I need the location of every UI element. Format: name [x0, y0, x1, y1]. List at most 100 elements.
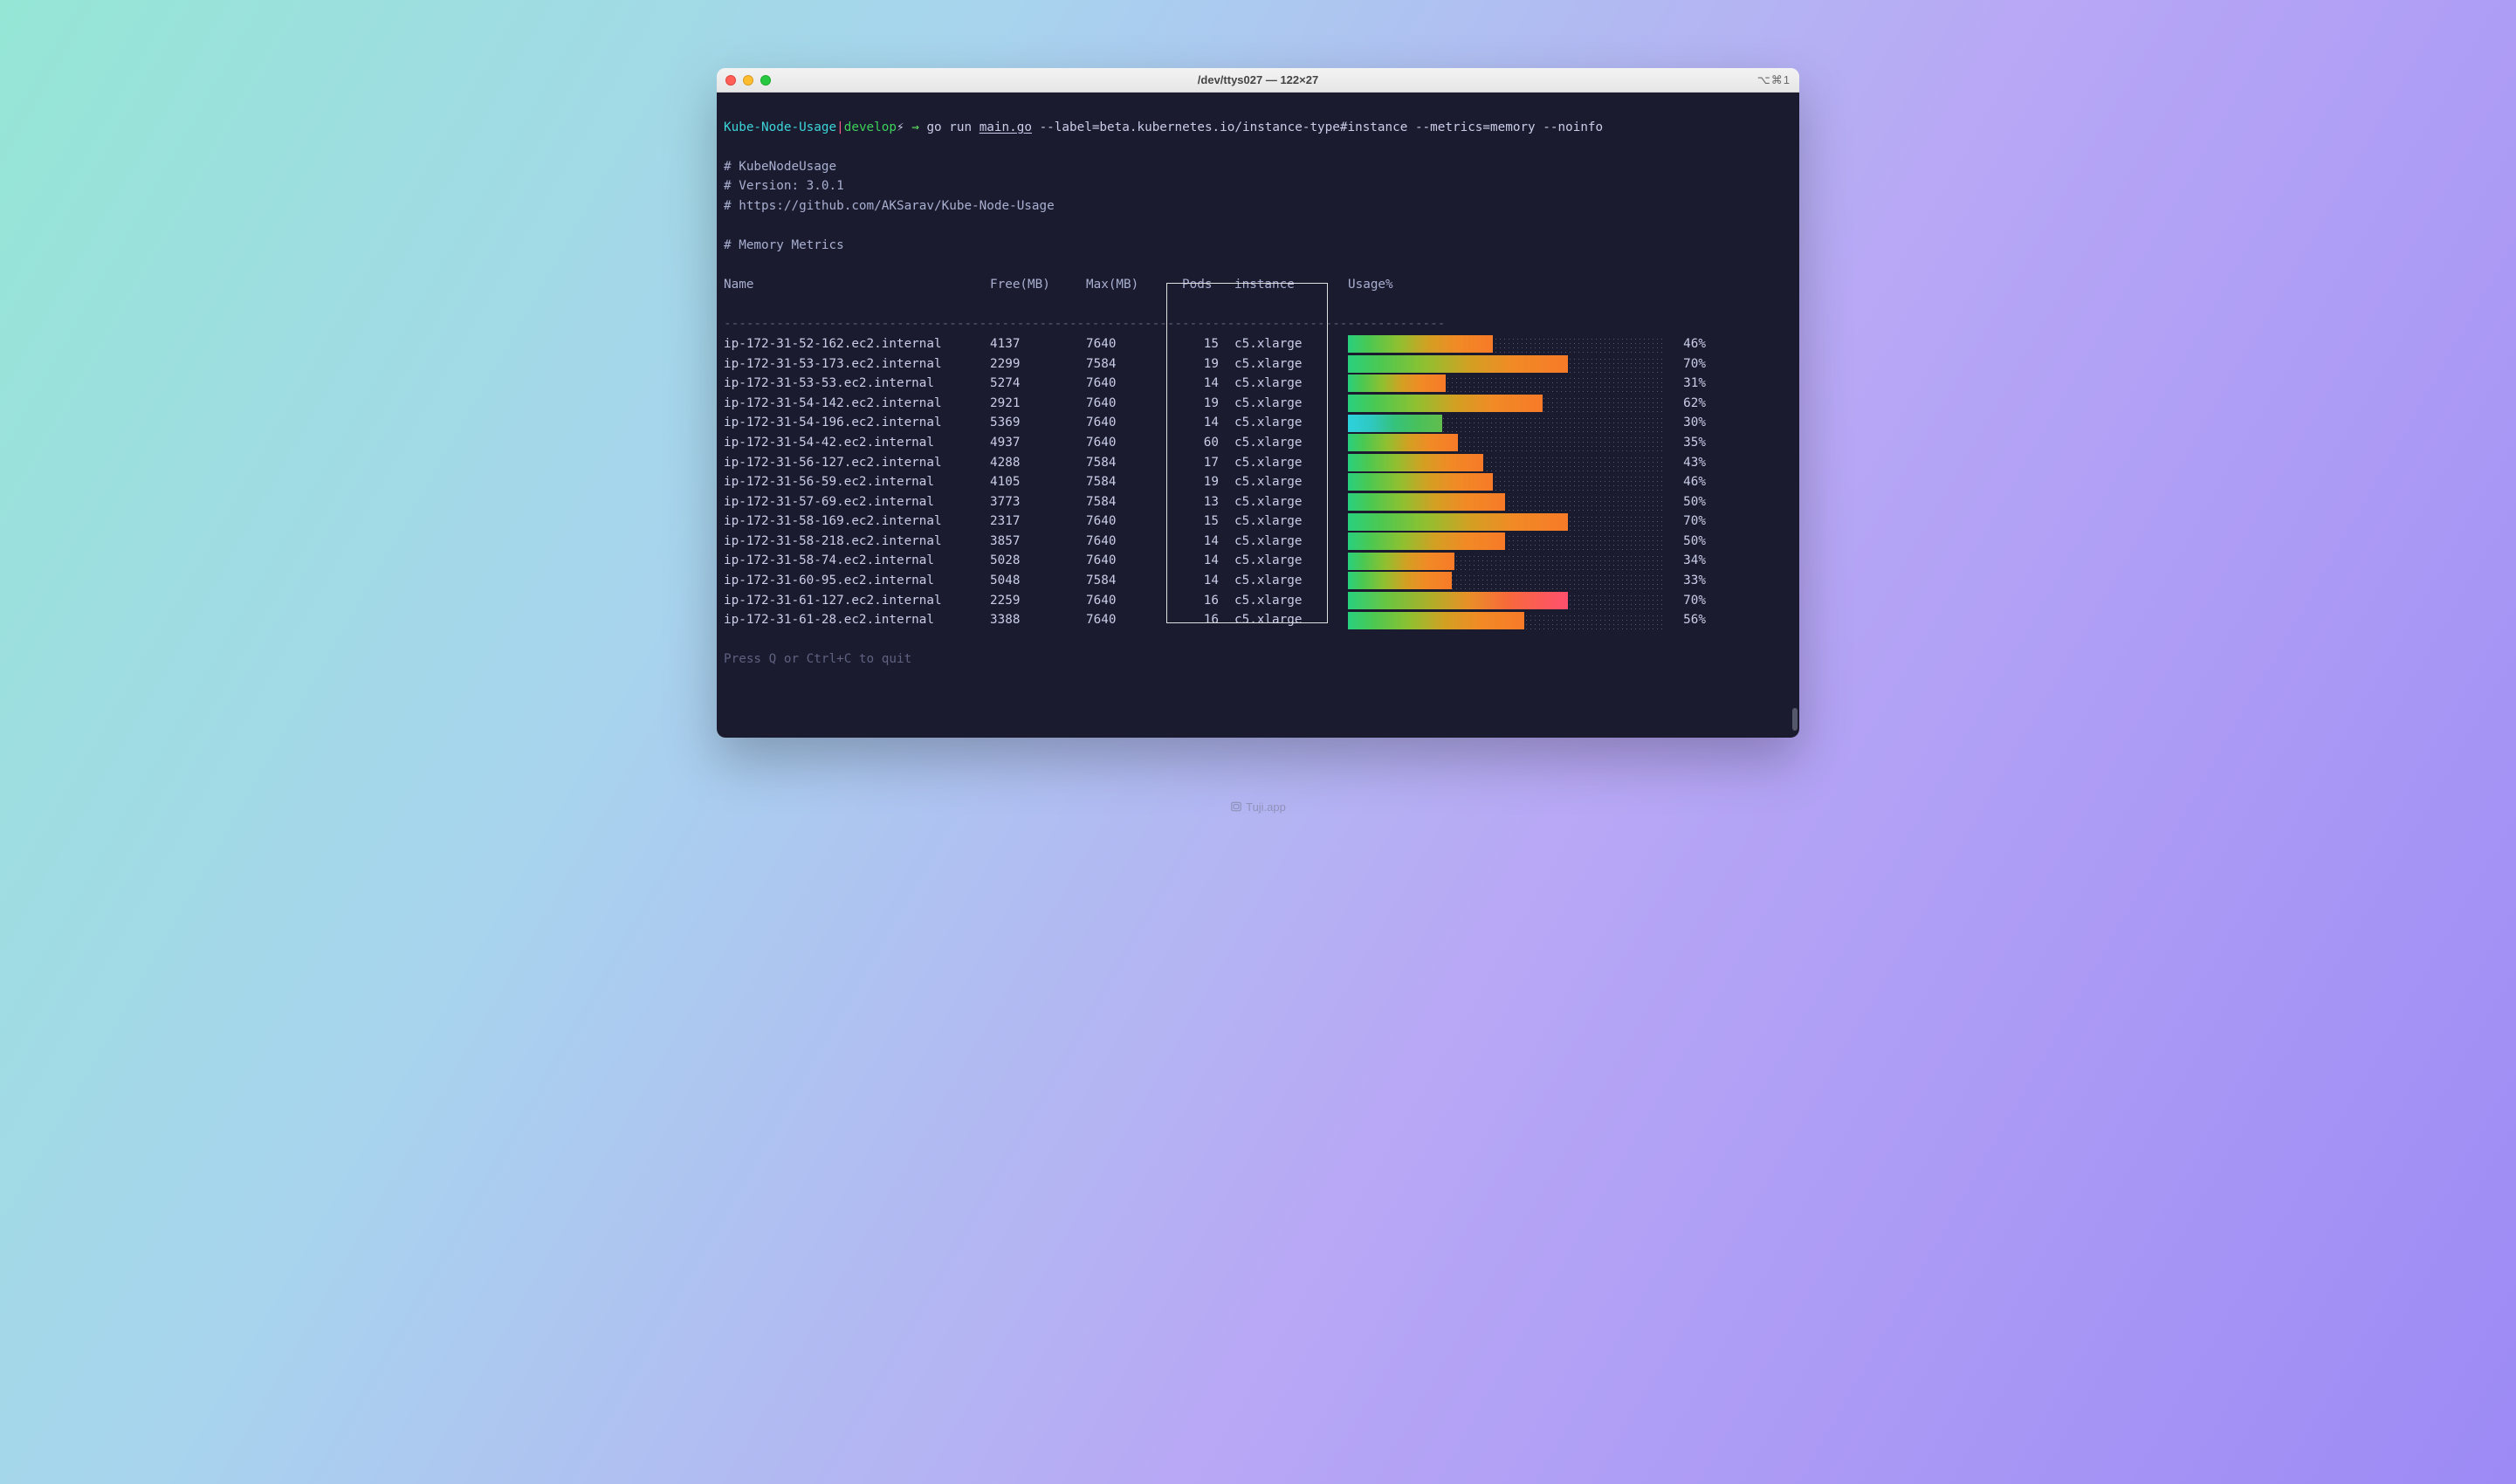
- cell-max: 7640: [1086, 374, 1182, 394]
- cell-free: 4288: [990, 453, 1086, 473]
- cell-bar: [1348, 572, 1662, 589]
- cell-name: ip-172-31-54-142.ec2.internal: [724, 394, 990, 414]
- camera-icon: [1230, 800, 1242, 813]
- cell-bar: [1348, 473, 1662, 491]
- cell-name: ip-172-31-61-127.ec2.internal: [724, 591, 990, 611]
- cell-max: 7640: [1086, 532, 1182, 552]
- table-row: ip-172-31-58-218.ec2.internal3857764014c…: [724, 532, 1792, 552]
- table-row: ip-172-31-53-53.ec2.internal5274764014c5…: [724, 374, 1792, 394]
- bar-fill: [1348, 532, 1505, 550]
- cell-pods: 16: [1182, 591, 1234, 611]
- cell-instance: c5.xlarge: [1234, 551, 1348, 571]
- column-headers: NameFree(MB)Max(MB)PodsinstanceUsage%: [724, 275, 1792, 295]
- bar-track: [1348, 592, 1662, 609]
- repo-line: # https://github.com/AKSarav/Kube-Node-U…: [724, 199, 1055, 213]
- cell-max: 7640: [1086, 413, 1182, 433]
- cell-max: 7640: [1086, 433, 1182, 453]
- cell-pods: 14: [1182, 571, 1234, 591]
- cell-bar: [1348, 434, 1662, 451]
- cell-free: 4137: [990, 334, 1086, 354]
- cell-max: 7640: [1086, 334, 1182, 354]
- section-title: # Memory Metrics: [724, 238, 844, 252]
- cell-free: 3773: [990, 492, 1086, 512]
- cell-name: ip-172-31-54-42.ec2.internal: [724, 433, 990, 453]
- cell-bar: [1348, 395, 1662, 412]
- cell-free: 5028: [990, 551, 1086, 571]
- bar-fill: [1348, 592, 1568, 609]
- cell-instance: c5.xlarge: [1234, 591, 1348, 611]
- bar-fill: [1348, 572, 1452, 589]
- prompt-sep: |: [836, 120, 844, 134]
- cell-free: 3388: [990, 610, 1086, 630]
- cmd-prefix: go run: [926, 120, 979, 134]
- bar-track: [1348, 335, 1662, 353]
- bar-track: [1348, 532, 1662, 550]
- cell-name: ip-172-31-56-127.ec2.internal: [724, 453, 990, 473]
- cell-max: 7640: [1086, 610, 1182, 630]
- cell-instance: c5.xlarge: [1234, 532, 1348, 552]
- bar-fill: [1348, 513, 1568, 531]
- table-row: ip-172-31-61-127.ec2.internal2259764016c…: [724, 591, 1792, 611]
- bar-track: [1348, 434, 1662, 451]
- table-row: ip-172-31-56-127.ec2.internal4288758417c…: [724, 453, 1792, 473]
- titlebar: /dev/ttys027 — 122×27 ⌥⌘1: [717, 68, 1799, 93]
- cell-pct: 50%: [1662, 492, 1706, 512]
- bar-fill: [1348, 493, 1505, 511]
- cell-pct: 62%: [1662, 394, 1706, 414]
- app-name-line: # KubeNodeUsage: [724, 160, 836, 174]
- cell-pct: 56%: [1662, 610, 1706, 630]
- cell-bar: [1348, 553, 1662, 570]
- cell-bar: [1348, 612, 1662, 629]
- cell-free: 2317: [990, 512, 1086, 532]
- cell-bar: [1348, 493, 1662, 511]
- terminal-window: /dev/ttys027 — 122×27 ⌥⌘1 Kube-Node-Usag…: [717, 68, 1799, 738]
- cmd-args: --label=beta.kubernetes.io/instance-type…: [1032, 120, 1603, 134]
- bolt-icon: ⚡: [897, 120, 904, 134]
- cell-free: 2921: [990, 394, 1086, 414]
- cell-max: 7640: [1086, 512, 1182, 532]
- cell-pods: 14: [1182, 551, 1234, 571]
- table-row: ip-172-31-61-28.ec2.internal3388764016c5…: [724, 610, 1792, 630]
- cell-pods: 15: [1182, 512, 1234, 532]
- bar-fill: [1348, 395, 1543, 412]
- cell-pods: 14: [1182, 413, 1234, 433]
- cell-pods: 17: [1182, 453, 1234, 473]
- cell-max: 7640: [1086, 591, 1182, 611]
- cell-free: 5048: [990, 571, 1086, 591]
- cell-max: 7640: [1086, 551, 1182, 571]
- cell-instance: c5.xlarge: [1234, 610, 1348, 630]
- cell-pct: 70%: [1662, 354, 1706, 374]
- cell-name: ip-172-31-58-169.ec2.internal: [724, 512, 990, 532]
- cell-pct: 46%: [1662, 472, 1706, 492]
- bar-track: [1348, 395, 1662, 412]
- cell-name: ip-172-31-58-218.ec2.internal: [724, 532, 990, 552]
- terminal-body[interactable]: Kube-Node-Usage|develop⚡ ⇒ go run main.g…: [717, 93, 1799, 738]
- cell-bar: [1348, 335, 1662, 353]
- cell-instance: c5.xlarge: [1234, 354, 1348, 374]
- cell-name: ip-172-31-61-28.ec2.internal: [724, 610, 990, 630]
- bar-track: [1348, 355, 1662, 373]
- bar-fill: [1348, 454, 1483, 471]
- cell-bar: [1348, 374, 1662, 392]
- cell-pct: 43%: [1662, 453, 1706, 473]
- cell-pods: 13: [1182, 492, 1234, 512]
- table-rows: ip-172-31-52-162.ec2.internal4137764015c…: [724, 334, 1792, 630]
- cell-pods: 15: [1182, 334, 1234, 354]
- cell-pct: 33%: [1662, 571, 1706, 591]
- cell-instance: c5.xlarge: [1234, 472, 1348, 492]
- bar-fill: [1348, 473, 1493, 491]
- bar-fill: [1348, 553, 1454, 570]
- cell-pct: 35%: [1662, 433, 1706, 453]
- cell-free: 3857: [990, 532, 1086, 552]
- cell-instance: c5.xlarge: [1234, 453, 1348, 473]
- scrollbar-thumb[interactable]: [1792, 708, 1798, 731]
- bar-fill: [1348, 434, 1458, 451]
- cell-instance: c5.xlarge: [1234, 394, 1348, 414]
- cell-max: 7584: [1086, 453, 1182, 473]
- watermark-label: Tuji.app: [1246, 800, 1286, 814]
- cell-pods: 19: [1182, 394, 1234, 414]
- cell-pct: 50%: [1662, 532, 1706, 552]
- table-row: ip-172-31-56-59.ec2.internal4105758419c5…: [724, 472, 1792, 492]
- bar-track: [1348, 415, 1662, 432]
- cmd-file: main.go: [980, 120, 1032, 134]
